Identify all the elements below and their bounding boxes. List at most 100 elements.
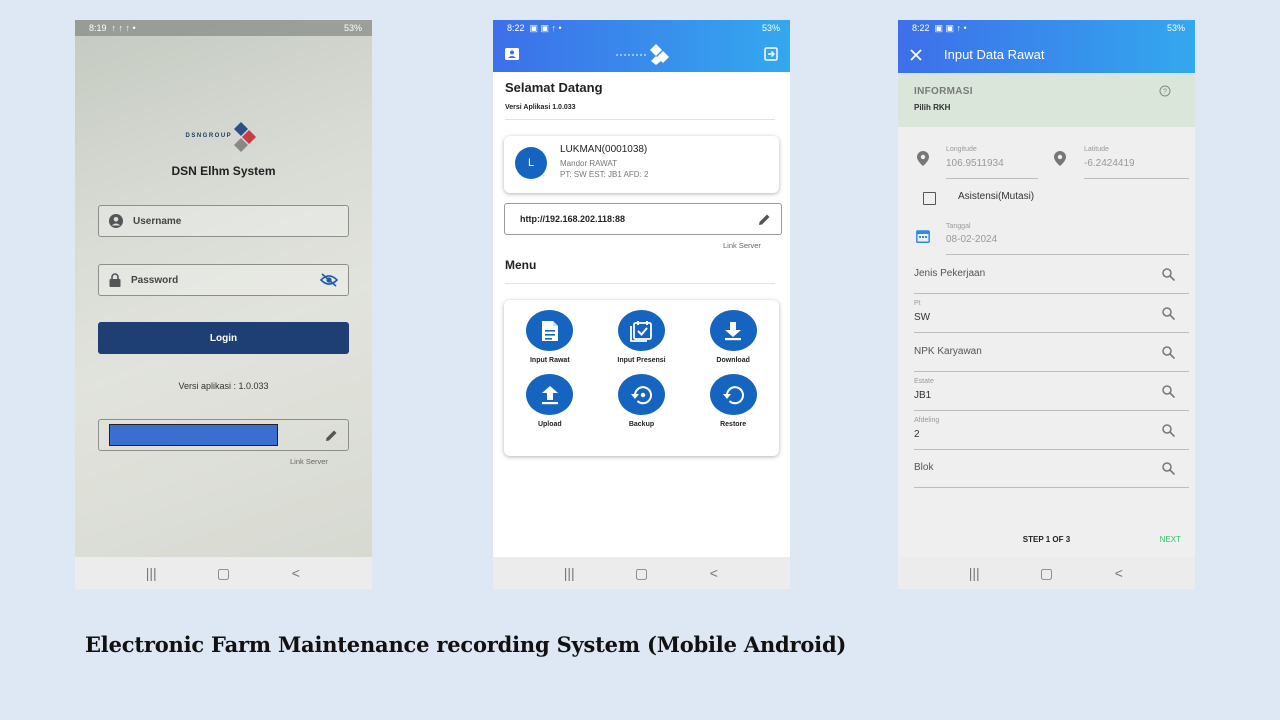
link-server-label[interactable]: Link Server bbox=[290, 457, 328, 466]
status-battery: 53% bbox=[343, 23, 362, 33]
help-icon[interactable]: ? bbox=[1159, 85, 1171, 97]
search-icon[interactable] bbox=[1162, 385, 1175, 398]
tanggal-value[interactable]: 08-02-2024 bbox=[946, 234, 997, 245]
edit-icon[interactable] bbox=[758, 213, 771, 226]
menu-input-presensi[interactable]: Input Presensi bbox=[596, 310, 688, 364]
app-bar: Input Data Rawat bbox=[898, 36, 1195, 73]
field-underline bbox=[914, 487, 1189, 488]
home-icon[interactable]: ▢ bbox=[626, 565, 656, 582]
field-underline bbox=[946, 178, 1038, 179]
server-field[interactable] bbox=[98, 419, 349, 451]
location-pin-icon bbox=[917, 151, 929, 166]
status-icons: ↑ ↑ ↑ • bbox=[111, 23, 136, 33]
app-version: Versi aplikasi : 1.0.033 bbox=[178, 381, 269, 391]
system-nav-bar: ||| ▢ < bbox=[75, 557, 372, 589]
menu-label: Input Rawat bbox=[529, 357, 570, 364]
estate-label: Estate bbox=[914, 378, 934, 385]
status-time: 8:22 bbox=[507, 22, 525, 33]
next-button[interactable]: NEXT bbox=[1160, 535, 1181, 544]
back-icon[interactable]: < bbox=[699, 565, 729, 581]
pt-field[interactable]: SW bbox=[914, 312, 930, 323]
visibility-off-icon[interactable] bbox=[320, 273, 338, 287]
status-icons: ▣ ▣ ↑ • bbox=[934, 22, 967, 33]
username-placeholder: Username bbox=[133, 215, 182, 227]
menu-download[interactable]: Download bbox=[687, 310, 779, 364]
back-icon[interactable]: < bbox=[1104, 565, 1134, 581]
logout-icon[interactable] bbox=[764, 47, 778, 61]
info-subtitle: Pilih RKH bbox=[914, 103, 951, 112]
field-underline bbox=[914, 293, 1189, 294]
status-bar: 8:19 ↑ ↑ ↑ • 53% bbox=[75, 20, 372, 36]
location-pin-icon bbox=[1054, 151, 1066, 166]
server-url-field[interactable]: http://192.168.202.118:88 bbox=[504, 203, 782, 235]
divider bbox=[505, 283, 775, 284]
login-button[interactable]: Login bbox=[98, 322, 349, 354]
slide-caption: Electronic Farm Maintenance recording Sy… bbox=[85, 632, 847, 657]
menu-label: Download bbox=[716, 357, 750, 364]
asistensi-checkbox[interactable] bbox=[923, 192, 936, 205]
divider bbox=[505, 119, 775, 120]
close-icon[interactable] bbox=[910, 48, 922, 61]
app-title: DSN Elhm System bbox=[171, 164, 276, 178]
app-bar bbox=[493, 36, 790, 72]
user-role: Mandor RAWAT bbox=[560, 159, 618, 168]
jenis-pekerjaan-field[interactable]: Jenis Pekerjaan bbox=[914, 268, 985, 279]
home-icon[interactable]: ▢ bbox=[208, 565, 238, 582]
menu-upload[interactable]: Upload bbox=[504, 374, 596, 428]
user-card: L LUKMAN(0001038) Mandor RAWAT PT: SW ES… bbox=[504, 136, 779, 193]
back-icon[interactable]: < bbox=[281, 565, 311, 581]
search-icon[interactable] bbox=[1162, 307, 1175, 320]
home-icon[interactable]: ▢ bbox=[1031, 565, 1061, 582]
longitude-value: 106.9511934 bbox=[946, 158, 1004, 169]
system-nav-bar: ||| ▢ < bbox=[898, 557, 1195, 589]
menu-input-rawat[interactable]: Input Rawat bbox=[504, 310, 596, 364]
recent-apps-icon[interactable]: ||| bbox=[136, 565, 166, 581]
system-nav-bar: ||| ▢ < bbox=[493, 557, 790, 589]
status-bar: 8:22 ▣ ▣ ↑ • 53% bbox=[898, 20, 1195, 36]
upload-icon bbox=[526, 374, 574, 415]
search-icon[interactable] bbox=[1162, 462, 1175, 475]
info-panel[interactable]: INFORMASI Pilih RKH ? bbox=[898, 73, 1195, 127]
estate-field[interactable]: JB1 bbox=[914, 390, 931, 401]
diamond-logo-icon bbox=[233, 122, 256, 152]
npk-karyawan-field[interactable]: NPK Karyawan bbox=[914, 346, 982, 357]
input-data-rawat-screen: 8:22 ▣ ▣ ↑ • 53% Input Data Rawat INFORM… bbox=[898, 20, 1195, 589]
user-name: LUKMAN(0001038) bbox=[560, 144, 648, 155]
tanggal-label: Tanggal bbox=[946, 223, 971, 230]
afdeling-label: Afdeling bbox=[914, 417, 940, 424]
profile-card-icon[interactable] bbox=[505, 48, 519, 60]
field-underline bbox=[946, 254, 1189, 255]
menu-restore[interactable]: Restore bbox=[687, 374, 779, 428]
recent-apps-icon[interactable]: ||| bbox=[554, 565, 584, 581]
blok-field[interactable]: Blok bbox=[914, 462, 933, 473]
search-icon[interactable] bbox=[1162, 268, 1175, 281]
link-server-label[interactable]: Link Server bbox=[723, 241, 761, 250]
login-screen: 8:19 ↑ ↑ ↑ • 53% DSNGROUP DSN Elhm Syste… bbox=[75, 20, 372, 589]
download-icon bbox=[709, 310, 757, 351]
latitude-value: -6.2424419 bbox=[1084, 158, 1135, 169]
pt-label: Pt bbox=[914, 300, 921, 307]
menu-backup[interactable]: Backup bbox=[596, 374, 688, 428]
menu-grid: Input Rawat Input Presensi Download Uplo… bbox=[504, 310, 779, 428]
svg-text:?: ? bbox=[1163, 89, 1167, 96]
field-underline bbox=[914, 332, 1189, 333]
menu-title: Menu bbox=[505, 258, 537, 272]
server-url: http://192.168.202.118:88 bbox=[520, 214, 626, 224]
app-version: Versi Aplikasi 1.0.033 bbox=[505, 104, 576, 111]
status-bar: 8:22 ▣ ▣ ↑ • 53% bbox=[493, 20, 790, 36]
username-field[interactable]: Username bbox=[98, 205, 349, 237]
menu-label: Backup bbox=[628, 421, 655, 428]
status-time: 8:22 bbox=[912, 22, 930, 33]
search-icon[interactable] bbox=[1162, 346, 1175, 359]
menu-label: Input Presensi bbox=[617, 357, 666, 364]
calendar-icon[interactable] bbox=[916, 229, 930, 243]
recent-apps-icon[interactable]: ||| bbox=[959, 565, 989, 581]
account-icon bbox=[109, 214, 123, 228]
password-field[interactable]: Password bbox=[98, 264, 349, 296]
dsn-logo: DSNGROUP bbox=[184, 120, 264, 154]
afdeling-field[interactable]: 2 bbox=[914, 429, 920, 440]
menu-label: Restore bbox=[720, 421, 747, 428]
longitude-label: Longitude bbox=[946, 146, 977, 153]
search-icon[interactable] bbox=[1162, 424, 1175, 437]
edit-icon[interactable] bbox=[325, 429, 338, 442]
